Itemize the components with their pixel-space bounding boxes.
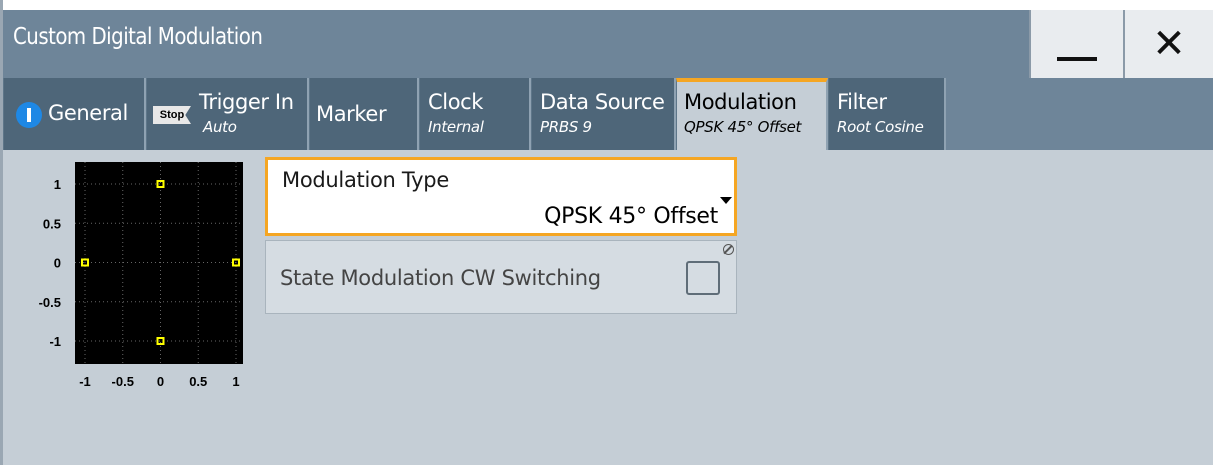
disabled-icon [723,244,734,255]
tab-label: Trigger In [199,90,294,114]
modulation-type-label: Modulation Type [282,168,449,192]
cw-switching-field: State Modulation CW Switching [265,240,737,314]
tab-marker[interactable]: Marker [309,78,419,150]
cw-switching-label: State Modulation CW Switching [280,266,601,290]
tab-clock[interactable]: Clock Internal [419,78,531,150]
tab-modulation[interactable]: Modulation QPSK 45° Offset [676,78,828,150]
stop-badge: Stop [153,106,191,124]
tab-sublabel: PRBS 9 [540,118,592,136]
tab-sublabel: QPSK 45° Offset [684,118,802,136]
y-axis-ticks: 1 0.5 0 -0.5 -1 [39,177,61,349]
modulation-type-select[interactable]: Modulation Type QPSK 45° Offset [265,157,737,236]
close-button[interactable]: ✕ [1123,10,1213,78]
x-tick-label: -0.5 [112,374,134,389]
info-icon [16,102,42,128]
x-tick-label: 0 [157,374,164,389]
x-tick-label: -1 [79,374,91,389]
tab-trigger-in[interactable]: Stop Trigger In Auto [146,78,309,150]
y-tick-label: 0 [54,256,61,271]
y-tick-label: 1 [54,177,61,192]
close-icon: ✕ [1152,21,1186,67]
x-tick-label: 0.5 [189,374,207,389]
tab-label: General [48,101,128,125]
tab-bar: General Stop Trigger In Auto Marker Cloc… [3,78,1213,150]
tab-label: Clock [428,90,484,114]
cw-switching-checkbox[interactable] [686,261,720,295]
tab-data-source[interactable]: Data Source PRBS 9 [531,78,676,150]
tab-general[interactable]: General [3,78,146,150]
constellation-diagram: 1 0.5 0 -0.5 -1 -1 -0.5 0 0.5 1 [39,162,243,389]
y-tick-label: 0.5 [43,216,61,231]
custom-digital-modulation-dialog: Custom Digital Modulation ✕ General Stop… [0,0,1213,465]
window-title: Custom Digital Modulation [13,24,263,50]
title-bar: Custom Digital Modulation ✕ [3,0,1213,78]
minimize-icon [1057,57,1097,61]
tab-label: Filter [837,90,887,114]
tab-sublabel: Root Cosine [837,118,924,136]
x-axis-ticks: -1 -0.5 0 0.5 1 [79,374,239,389]
tab-sublabel: Internal [428,118,484,136]
y-tick-label: -0.5 [39,295,61,310]
tab-filter[interactable]: Filter Root Cosine [828,78,946,150]
tab-sublabel: Auto [203,118,237,136]
tab-label: Modulation [684,90,797,114]
x-tick-label: 1 [232,374,239,389]
tab-label: Marker [316,102,387,126]
y-tick-label: -1 [49,334,61,349]
modulation-type-value: QPSK 45° Offset [544,204,718,229]
minimize-button[interactable] [1029,10,1123,78]
dropdown-arrow-icon [720,197,732,204]
tab-bar-empty-area [946,78,1213,150]
tab-label: Data Source [540,90,665,114]
